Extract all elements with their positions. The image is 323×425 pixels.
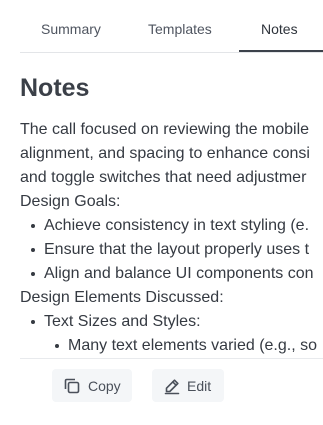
copy-button-label: Copy: [88, 377, 121, 394]
list-item: Ensure that the layout properly uses t: [20, 238, 323, 262]
design-goals-heading: Design Goals:: [20, 193, 121, 210]
notes-paragraph-line: alignment, and spacing to enhance consi: [20, 145, 310, 162]
list-item: Align and balance UI components con: [20, 262, 323, 286]
edit-button[interactable]: Edit: [152, 369, 224, 402]
edit-button-label: Edit: [187, 377, 212, 394]
tab-templates[interactable]: Templates: [148, 21, 212, 37]
notes-paragraph-line: The call focused on reviewing the mobile: [20, 121, 310, 138]
pencil-icon: [163, 377, 181, 395]
design-elements-heading: Design Elements Discussed:: [20, 289, 224, 306]
tab-summary[interactable]: Summary: [41, 21, 101, 37]
notes-content[interactable]: Notes The call focused on reviewing the …: [0, 52, 323, 359]
copy-button[interactable]: Copy: [52, 369, 132, 402]
page-title: Notes: [20, 74, 90, 102]
notes-body: The call focused on reviewing the mobile…: [20, 118, 323, 358]
tab-notes[interactable]: Notes: [261, 21, 298, 37]
list-item: Achieve consistency in text styling (e.: [20, 214, 323, 238]
sub-list-item: Many text elements varied (e.g., so: [20, 334, 323, 358]
copy-icon: [62, 376, 82, 396]
tab-bar: Summary Templates Notes: [20, 0, 323, 53]
notes-paragraph-line: and toggle switches that need adjustmer: [20, 169, 307, 186]
list-item: Text Sizes and Styles:: [20, 310, 323, 334]
divider: [20, 358, 323, 359]
notes-panel: Summary Templates Notes Notes The call f…: [0, 0, 323, 425]
